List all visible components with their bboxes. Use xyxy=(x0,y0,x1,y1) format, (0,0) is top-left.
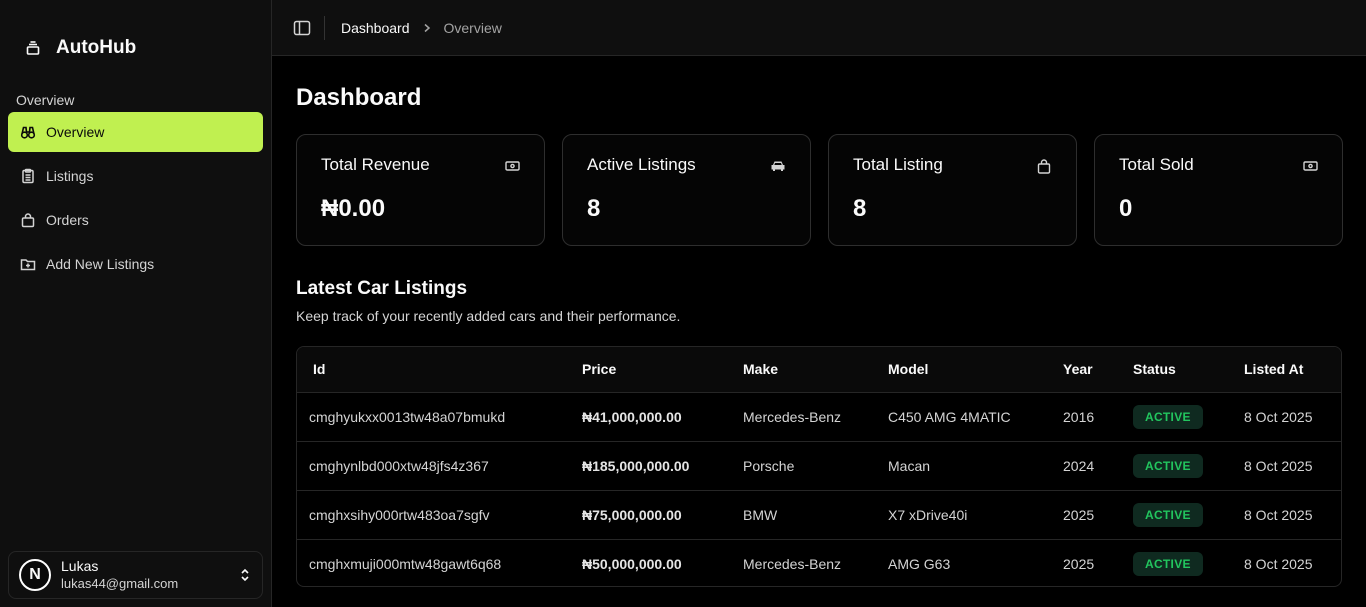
cell-make: Mercedes-Benz xyxy=(731,392,876,442)
column-header-id: Id xyxy=(297,347,570,393)
cell-price: ₦185,000,000.00 xyxy=(570,441,731,491)
banknote-icon xyxy=(504,158,520,174)
listings-table: Id Price Make Model Year Status Listed A… xyxy=(296,346,1342,587)
stat-value: 8 xyxy=(853,195,867,222)
clipboard-list-icon xyxy=(20,168,36,184)
topbar: Dashboard Overview xyxy=(272,0,1366,56)
cell-status: ACTIVE xyxy=(1121,441,1232,491)
cell-model: Macan xyxy=(876,441,1051,491)
page-title: Dashboard xyxy=(296,84,422,111)
main: Dashboard Overview Dashboard Total Reven… xyxy=(272,0,1366,607)
status-badge: ACTIVE xyxy=(1133,404,1203,429)
sidebar-item-label: Add New Listings xyxy=(46,256,155,272)
section-title: Latest Car Listings xyxy=(296,278,468,299)
cell-price: ₦41,000,000.00 xyxy=(570,392,731,442)
avatar: N xyxy=(19,559,51,591)
status-badge: ACTIVE xyxy=(1133,502,1203,527)
cell-status: ACTIVE xyxy=(1121,539,1232,586)
column-header-year: Year xyxy=(1051,347,1121,393)
sidebar-item-orders[interactable]: Orders xyxy=(8,200,263,240)
brand[interactable]: AutoHub xyxy=(0,24,271,72)
column-header-price: Price xyxy=(570,347,731,393)
section-subtitle: Keep track of your recently added cars a… xyxy=(296,308,681,324)
table-row[interactable]: cmghxsihy000rtw483oa7sgfv ₦75,000,000.00… xyxy=(297,490,1341,540)
stat-card-total-sold: Total Sold 0 xyxy=(1094,134,1343,246)
sidebar-item-add-new-listings[interactable]: Add New Listings xyxy=(8,244,263,284)
sidebar-nav: Overview Listings Orders Add New Listing… xyxy=(0,112,271,284)
user-menu[interactable]: N Lukas lukas44@gmail.com xyxy=(8,551,263,599)
cell-model: AMG G63 xyxy=(888,555,951,572)
cell-status: ACTIVE xyxy=(1121,490,1232,540)
divider xyxy=(324,15,325,40)
sidebar-toggle-icon[interactable] xyxy=(292,18,312,38)
cell-listed-at: 8 Oct 2025 xyxy=(1232,490,1341,540)
cell-price: ₦75,000,000.00 xyxy=(570,490,731,540)
cell-year: 2025 xyxy=(1051,490,1121,540)
cell-status: ACTIVE xyxy=(1121,392,1232,442)
chevrons-up-down-icon xyxy=(238,568,252,582)
stack-icon xyxy=(24,39,42,57)
cell-make: BMW xyxy=(731,490,876,540)
table-row[interactable]: cmghxmuji000mtw48gawt6q68 ₦50,000,000.00… xyxy=(297,539,1341,586)
stat-card-active-listings: Active Listings 8 xyxy=(562,134,811,246)
shopping-bag-icon xyxy=(20,212,36,228)
chevron-right-icon xyxy=(422,23,432,33)
sidebar-item-label: Orders xyxy=(46,212,89,228)
stat-value: 0 xyxy=(1119,195,1133,222)
user-email: lukas44@gmail.com xyxy=(61,576,179,591)
sidebar-item-label: Overview xyxy=(46,124,105,140)
sidebar-item-overview[interactable]: Overview xyxy=(8,112,263,152)
app-root: AutoHub Overview Overview Listings Order… xyxy=(0,0,1366,607)
cell-make: Mercedes-Benz xyxy=(743,555,842,572)
cell-id: cmghxmuji000mtw48gawt6q68 xyxy=(309,555,502,572)
user-name: Lukas xyxy=(61,558,99,574)
column-header-model: Model xyxy=(876,347,1051,393)
stat-label: Total Listing xyxy=(853,155,943,174)
column-header-status: Status xyxy=(1121,347,1232,393)
cell-listed-at: 8 Oct 2025 xyxy=(1244,555,1313,572)
stat-label: Active Listings xyxy=(587,155,696,174)
content: Dashboard Total Revenue ₦0.00 Active Lis… xyxy=(272,56,1366,587)
column-header-listed-at: Listed At xyxy=(1232,347,1341,393)
breadcrumb-parent[interactable]: Dashboard xyxy=(341,20,410,36)
cell-model: X7 xDrive40i xyxy=(876,490,1051,540)
car-icon xyxy=(770,158,786,174)
cell-price: ₦50,000,000.00 xyxy=(582,555,682,572)
folder-plus-icon xyxy=(20,256,36,272)
sidebar-item-label: Listings xyxy=(46,168,94,184)
nav-group-label: Overview xyxy=(16,92,75,108)
table-header-row: Id Price Make Model Year Status Listed A… xyxy=(297,347,1341,393)
column-header-make: Make xyxy=(731,347,876,393)
banknote-icon xyxy=(1302,158,1318,174)
status-badge: ACTIVE xyxy=(1133,551,1203,576)
binoculars-icon xyxy=(20,124,36,140)
stats-grid: Total Revenue ₦0.00 Active Listings 8 To… xyxy=(296,134,1343,246)
cell-listed-at: 8 Oct 2025 xyxy=(1232,441,1341,491)
stat-card-total-revenue: Total Revenue ₦0.00 xyxy=(296,134,545,246)
stat-label: Total Revenue xyxy=(321,155,430,174)
cell-year: 2025 xyxy=(1063,555,1095,572)
stat-label: Total Sold xyxy=(1119,155,1194,174)
breadcrumb: Dashboard Overview xyxy=(341,20,502,36)
cell-id: cmghyukxx0013tw48a07bmukd xyxy=(297,392,570,442)
cell-model: C450 AMG 4MATIC xyxy=(876,392,1051,442)
status-badge: ACTIVE xyxy=(1133,453,1203,478)
app-name: AutoHub xyxy=(56,37,137,58)
cell-id: cmghxsihy000rtw483oa7sgfv xyxy=(297,490,570,540)
cell-listed-at: 8 Oct 2025 xyxy=(1232,392,1341,442)
cell-year: 2024 xyxy=(1051,441,1121,491)
breadcrumb-current: Overview xyxy=(443,19,502,36)
user-info: Lukas lukas44@gmail.com xyxy=(61,557,228,593)
sidebar: AutoHub Overview Overview Listings Order… xyxy=(0,0,272,607)
stat-value: 8 xyxy=(587,195,601,222)
cell-make: Porsche xyxy=(731,441,876,491)
table-row[interactable]: cmghynlbd000xtw48jfs4z367 ₦185,000,000.0… xyxy=(297,441,1341,491)
stat-value: ₦0.00 xyxy=(321,195,386,222)
cell-id: cmghynlbd000xtw48jfs4z367 xyxy=(297,441,570,491)
shopping-bag-icon xyxy=(1036,158,1052,174)
table-row[interactable]: cmghyukxx0013tw48a07bmukd ₦41,000,000.00… xyxy=(297,392,1341,442)
cell-year: 2016 xyxy=(1051,392,1121,442)
sidebar-item-listings[interactable]: Listings xyxy=(8,156,263,196)
stat-card-total-listing: Total Listing 8 xyxy=(828,134,1077,246)
